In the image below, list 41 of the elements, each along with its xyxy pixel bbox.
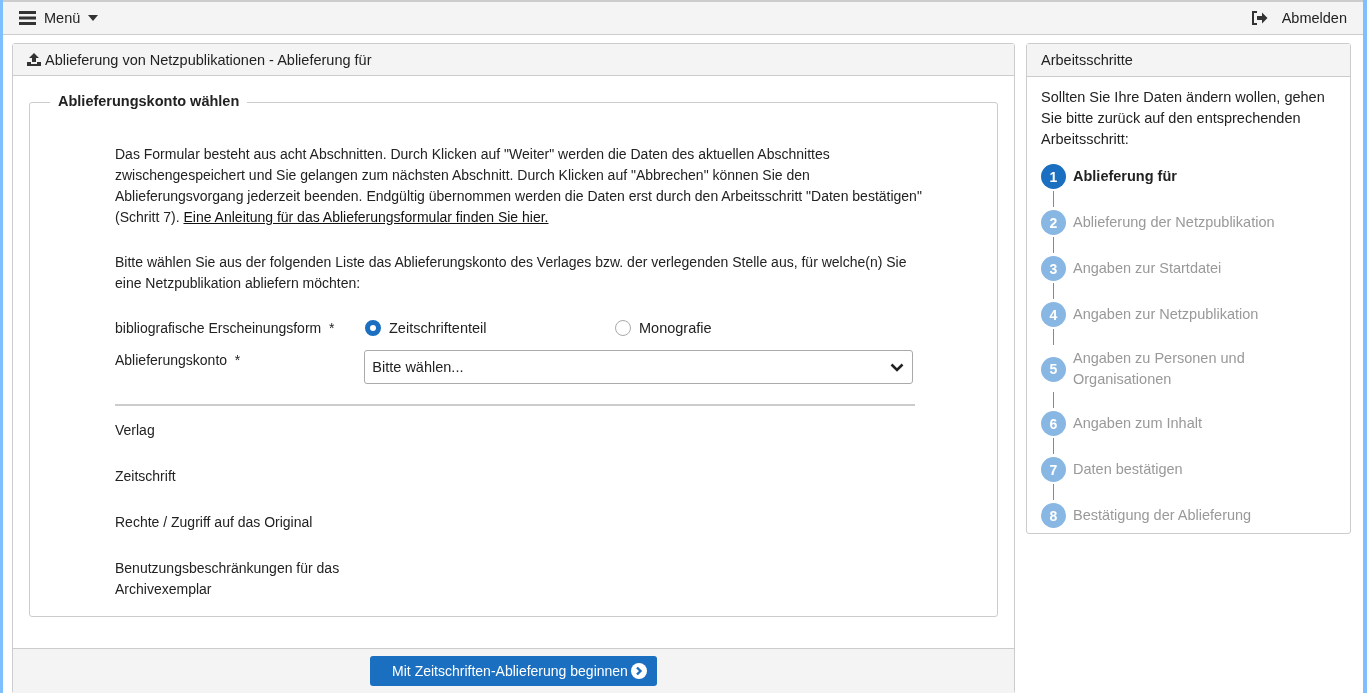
logout-button[interactable]: Abmelden (1247, 10, 1351, 26)
step-number: 8 (1041, 503, 1066, 528)
menu-icon (19, 11, 36, 25)
panel-title: Arbeitsschritte (1041, 52, 1133, 68)
step-label: Angaben zur Netzpublikation (1073, 305, 1260, 324)
info-label: Zeitschrift (115, 467, 177, 486)
logout-icon (1251, 11, 1268, 25)
step-number: 4 (1041, 302, 1066, 327)
step-number: 3 (1041, 256, 1066, 281)
panel-title: Ablieferung von Netzpublikationen - Ablieferung für (45, 51, 372, 68)
step-number: 1 (1041, 164, 1066, 189)
info-label: Verlag (115, 421, 156, 440)
radio-option[interactable]: Monografie (615, 320, 785, 336)
radio-option[interactable]: Zeitschriftenteil (365, 320, 535, 336)
upload-icon (27, 53, 41, 66)
step-label: Bestätigung der Ablieferung (1073, 506, 1253, 525)
account-select[interactable]: Bitte wählen... (364, 350, 913, 384)
field-label: Ablieferungskonto * (115, 351, 242, 370)
chevron-down-icon (890, 362, 904, 372)
info-label: Benutzungsbeschränkungen für das Archivexemplar (115, 559, 341, 599)
step-number: 5 (1041, 356, 1066, 382)
step-label: Angaben zu Personen und Organisationen (1073, 349, 1246, 389)
menu-button[interactable]: Menü (15, 10, 103, 26)
guide-link[interactable]: Eine Anleitung für das Ablieferungsformular finden Sie hier. (183, 209, 549, 225)
info-label: Rechte / Zugriff auf das Original (115, 513, 314, 532)
caret-icon (88, 15, 99, 21)
step-number: 6 (1041, 411, 1066, 436)
step-number: 7 (1041, 457, 1066, 482)
step-label: Ablieferung für (1073, 167, 1178, 186)
fieldset-legend: Ablieferungskonto wählen (50, 93, 248, 109)
step-label: Angaben zur Startdatei (1073, 259, 1223, 278)
start-button[interactable]: Mit Zeitschriften-Ablieferung beginnen (370, 656, 657, 686)
intro-text: Das Formular besteht aus acht Abschnitten. Durch Klicken auf "Weiter" werden die Daten des aktuellen Abschnittes zwischengespeichert und Sie gelangen zum nächsten Abschnitt. Durch Klicken auf "Abbrechen" können Sie den Ablieferungsvorgang jederzeit beenden. Endgültig übernommen werden die Daten erst durch den Arbeitsschritt "Daten bestätigen" (Schritt 7). Eine Anleitung für das Ablieferungsformular finden Sie hier. (115, 145, 923, 227)
step-label: Angaben zum Inhalt (1073, 414, 1203, 433)
step-label: Ablieferung der Netzpublikation (1073, 213, 1276, 232)
step-label: Daten bestätigen (1073, 460, 1184, 479)
chevron-circle-icon (630, 663, 647, 679)
field-label: bibliografische Erscheinungsform * (115, 319, 336, 338)
steps-hint: Sollten Sie Ihre Daten ändern wollen, gehen Sie bitte zurück auf den entsprechenden Arbeitsschritt: (1041, 88, 1326, 149)
instruction-text: Bitte wählen Sie aus der folgenden Liste das Ablieferungskonto des Verlages bzw. der verlegenden Stelle aus, für welche(n) Sie eine Netzpublikation abliefern möchten: (115, 253, 908, 293)
step-number: 2 (1041, 210, 1066, 235)
